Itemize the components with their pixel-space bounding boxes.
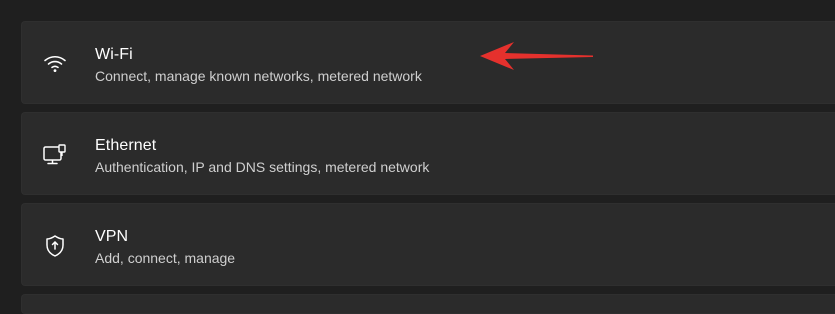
settings-item-description: Add, connect, manage	[95, 250, 236, 266]
settings-item-title: Ethernet	[95, 137, 157, 154]
settings-item-ethernet[interactable]: Ethernet Authentication, IP and DNS sett…	[21, 112, 835, 195]
shield-icon	[42, 233, 68, 259]
network-settings-list: Wi-Fi Connect, manage known networks, me…	[21, 21, 835, 314]
settings-item-text: VPN Add, connect, manage	[95, 227, 235, 267]
wifi-icon	[42, 51, 68, 77]
settings-item-description: Authentication, IP and DNS settings, met…	[95, 159, 430, 175]
settings-item-text: Ethernet Authentication, IP and DNS sett…	[95, 136, 429, 176]
settings-item-partial[interactable]	[21, 294, 835, 314]
settings-item-vpn[interactable]: VPN Add, connect, manage	[21, 203, 835, 286]
settings-item-title: VPN	[95, 228, 129, 245]
settings-item-title: Wi-Fi	[95, 46, 133, 63]
settings-item-description: Connect, manage known networks, metered …	[95, 68, 422, 84]
settings-item-text: Wi-Fi Connect, manage known networks, me…	[95, 45, 422, 85]
ethernet-icon	[42, 142, 68, 168]
settings-item-wifi[interactable]: Wi-Fi Connect, manage known networks, me…	[21, 21, 835, 104]
